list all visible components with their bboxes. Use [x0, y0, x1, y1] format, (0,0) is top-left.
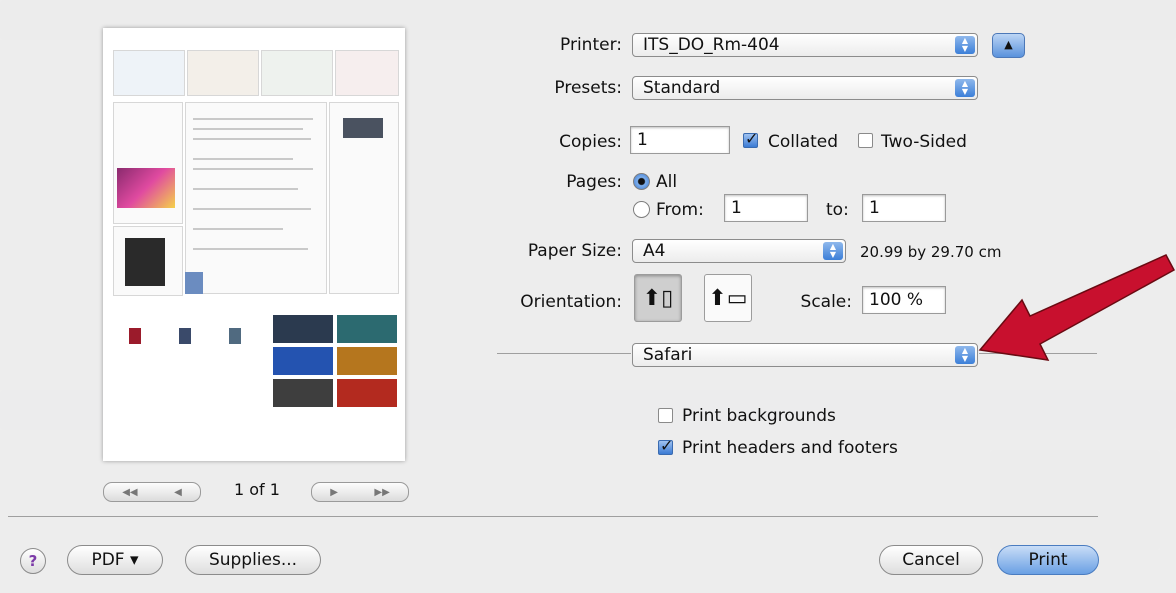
annotation-arrow	[978, 254, 1176, 361]
